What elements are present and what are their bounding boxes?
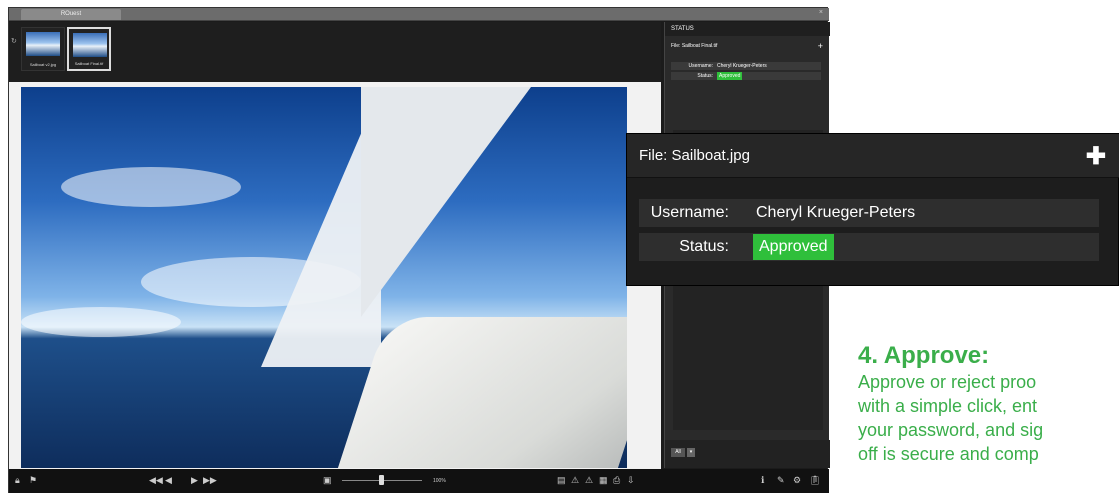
- status-label: Status:: [679, 238, 729, 255]
- status-row: Status: Approved: [671, 72, 821, 80]
- lock-icon[interactable]: 🔒︎: [15, 475, 20, 486]
- zoom-label: 100%: [433, 478, 446, 484]
- export-icon[interactable]: ⇩: [627, 475, 635, 486]
- status-badge: Approved: [753, 234, 834, 260]
- print-icon[interactable]: ⎙: [613, 475, 620, 486]
- bottom-toolbar: 🔒︎ ⚑ ◀◀ ◀ ▶ ▶▶ ▣ 100% ▤ ⚠ ⚠ ▦ ⎙ ⇩ ℹ ✎ ⚙ …: [9, 469, 829, 493]
- thumbnail-image: [73, 33, 107, 57]
- prev-icon[interactable]: ◀: [165, 475, 172, 486]
- add-icon[interactable]: +: [818, 40, 823, 52]
- status-row: Status: Approved: [639, 233, 1099, 261]
- panel-footer: All ▾: [665, 440, 830, 468]
- step-title: 4. Approve:: [858, 342, 990, 369]
- thumbnail-caption: Sailboat v2.jpg: [29, 62, 57, 67]
- image-viewer[interactable]: [9, 82, 661, 469]
- add-icon[interactable]: ✚: [1086, 142, 1106, 171]
- thumbnail-sailboat-final[interactable]: Sailboat Final.tif: [67, 27, 111, 71]
- refresh-icon[interactable]: ↻: [11, 37, 17, 45]
- step-line: your password, and sig: [858, 420, 1044, 440]
- next-icon[interactable]: ▶: [191, 475, 198, 486]
- compare-icon[interactable]: ▤: [557, 475, 566, 486]
- status-callout-zoom: File: Sailboat.jpg ✚ Username: Cheryl Kr…: [626, 133, 1119, 286]
- username-row: Username: Cheryl Krueger-Peters: [671, 62, 821, 70]
- step-line: off is secure and comp: [858, 444, 1039, 464]
- edit-icon[interactable]: ✎: [777, 475, 785, 486]
- clipboard-icon[interactable]: 📋︎: [809, 475, 820, 486]
- document-tab[interactable]: ROuest: [21, 9, 121, 20]
- file-name: Sailboat.jpg: [671, 147, 750, 164]
- step-line: with a simple click, ent: [858, 396, 1038, 416]
- step-line: Approve or reject proo: [858, 372, 1037, 392]
- panel-title: STATUS: [665, 22, 830, 36]
- chevron-down-icon[interactable]: ▾: [687, 448, 695, 457]
- flag-icon[interactable]: ⚑: [29, 475, 37, 486]
- thumbnail-caption: Sailboat Final.tif: [74, 61, 104, 66]
- status-label: Status:: [697, 73, 713, 79]
- callout-file-row: File: Sailboat.jpg: [627, 134, 1119, 178]
- cloud-shape: [21, 307, 181, 337]
- file-name: Sailboat Final.tif: [681, 43, 718, 49]
- thumbnail-strip: ↻ Sailboat v2.jpg Sailboat Final.tif: [9, 22, 661, 82]
- username-row: Username: Cheryl Krueger-Peters: [639, 199, 1099, 227]
- title-bar: ROuest ×: [9, 8, 829, 21]
- username-label: Username:: [688, 63, 713, 69]
- rewind-icon[interactable]: ◀◀: [149, 475, 163, 486]
- filter-select[interactable]: All: [671, 448, 685, 457]
- step-description: 4. Approve: Approve or reject proo with …: [858, 342, 1119, 493]
- file-label: File:: [671, 43, 681, 49]
- cloud-shape: [61, 167, 241, 207]
- info-icon[interactable]: ℹ: [761, 475, 764, 486]
- warning-icon[interactable]: ⚠: [571, 475, 579, 486]
- thumbnail-image: [26, 32, 60, 56]
- panel-file-row: File: Sailboat Final.tif: [665, 40, 830, 52]
- username-value: Cheryl Krueger-Peters: [756, 204, 916, 221]
- sailboat-photo: [21, 87, 627, 468]
- fast-forward-icon[interactable]: ▶▶: [203, 475, 217, 486]
- username-label: Username:: [650, 204, 729, 221]
- fit-screen-icon[interactable]: ▣: [323, 475, 332, 486]
- alert-icon[interactable]: ⚠: [585, 475, 593, 486]
- file-label: File:: [639, 147, 668, 164]
- close-icon[interactable]: ×: [819, 9, 823, 16]
- status-badge: Approved: [717, 72, 743, 80]
- zoom-slider-handle[interactable]: [379, 475, 384, 485]
- username-value: Cheryl Krueger-Peters: [717, 63, 767, 69]
- settings-icon[interactable]: ⚙: [793, 475, 801, 486]
- gallery-icon[interactable]: ▦: [599, 475, 608, 486]
- thumbnail-sailboat-v2[interactable]: Sailboat v2.jpg: [21, 27, 65, 71]
- headsail-shape: [361, 87, 531, 317]
